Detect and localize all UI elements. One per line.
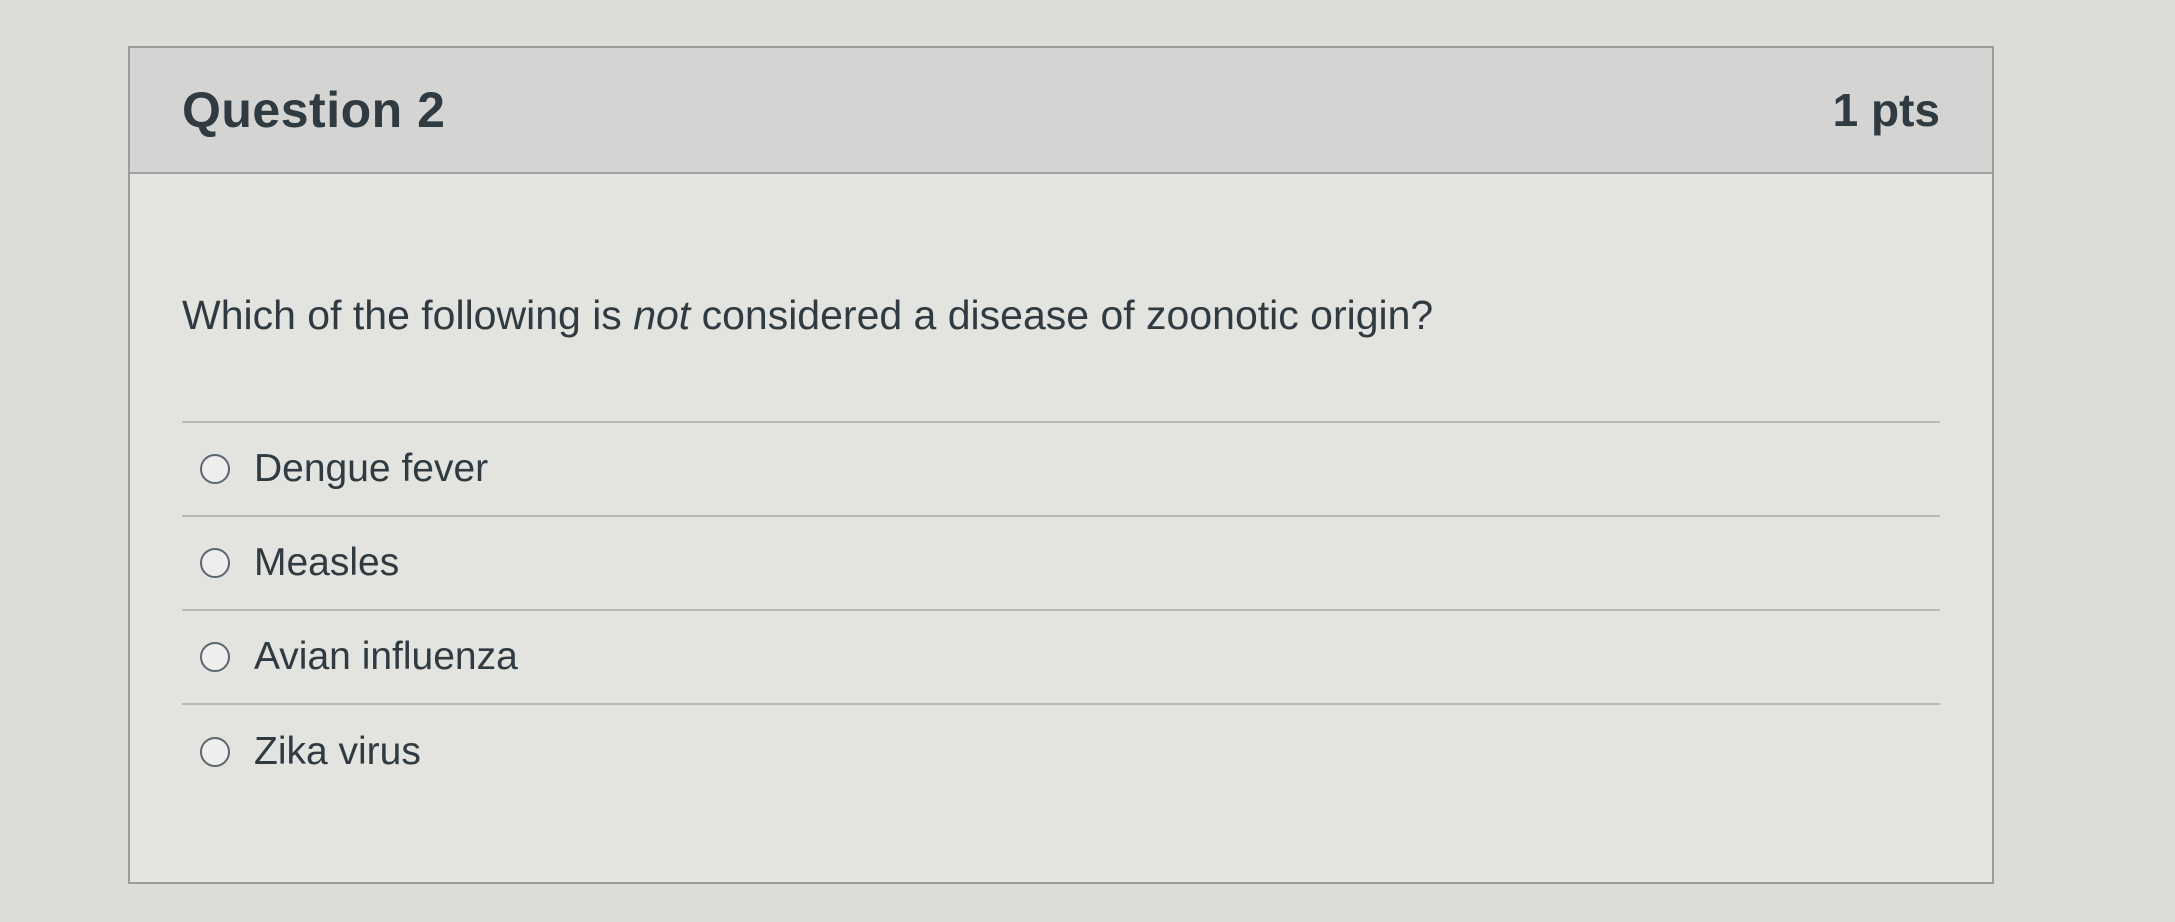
answer-label[interactable]: Measles (254, 541, 399, 585)
question-text-before: Which of the following is (182, 292, 634, 338)
radio-button[interactable] (200, 737, 230, 767)
answer-option-zika-virus[interactable]: Zika virus (182, 705, 1940, 799)
question-points: 1 pts (1832, 84, 1940, 136)
question-text-after: considered a disease of zoonotic origin? (690, 292, 1434, 338)
answer-label[interactable]: Avian influenza (254, 635, 518, 679)
answer-label[interactable]: Zika virus (254, 730, 421, 774)
answer-option-avian-influenza[interactable]: Avian influenza (182, 611, 1940, 705)
question-header: Question 2 1 pts (130, 48, 1992, 174)
radio-button[interactable] (200, 454, 230, 484)
question-text-emphasis: not (633, 292, 691, 338)
answer-list: Dengue fever Measles Avian influenza Zik… (182, 421, 1940, 799)
answer-label[interactable]: Dengue fever (254, 447, 488, 491)
question-card: Question 2 1 pts Which of the following … (128, 46, 1994, 884)
radio-button[interactable] (200, 642, 230, 672)
question-text: Which of the following is not considered… (182, 292, 1940, 339)
answer-option-measles[interactable]: Measles (182, 517, 1940, 611)
question-title: Question 2 (182, 82, 446, 138)
question-body: Which of the following is not considered… (130, 292, 1992, 799)
radio-button[interactable] (200, 548, 230, 578)
answer-option-dengue-fever[interactable]: Dengue fever (182, 423, 1940, 517)
